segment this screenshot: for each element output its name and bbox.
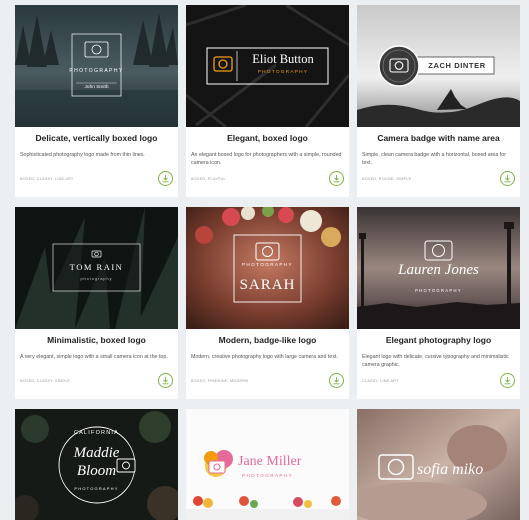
logo-card[interactable]: PHOTOGRAPHY SARAH Modern, badge-like log…: [186, 207, 349, 399]
logo-preview-image[interactable]: PHOTOGRAPHY SARAH: [186, 207, 349, 329]
download-button[interactable]: [158, 171, 173, 186]
download-button[interactable]: [329, 373, 344, 388]
card-title[interactable]: Elegant photography logo: [357, 335, 520, 345]
download-button[interactable]: [500, 171, 515, 186]
logo-card[interactable]: TOM RAIN photography Minimalistic, boxed…: [15, 207, 178, 399]
logo-text-secondary: John Smith: [84, 85, 109, 90]
download-button[interactable]: [158, 373, 173, 388]
download-arrow-icon: [162, 377, 169, 385]
logo-card[interactable]: CALIFORNIA Maddie Bloom PHOTOGRAPHY: [15, 409, 178, 520]
logo-text-secondary: Bloom: [76, 463, 117, 479]
card-title[interactable]: Delicate, vertically boxed logo: [15, 133, 178, 143]
logo-text-secondary: PHOTOGRAPHY: [257, 70, 309, 75]
logo-preview-image[interactable]: Jane Miller PHOTOGRAPHY: [186, 409, 349, 520]
logo-preview-image[interactable]: TOM RAIN photography: [15, 207, 178, 329]
card-tags: BOXED, ROUND, SIMPLE: [362, 177, 412, 181]
logo-text-primary: TOM RAIN: [69, 262, 124, 272]
logo-preview-image[interactable]: ZACH DINTER: [357, 5, 520, 127]
download-arrow-icon: [333, 377, 340, 385]
logo-text-primary: PHOTOGRAPHY: [69, 68, 124, 74]
card-tags: BOXED, FEMININE, MODERN: [191, 379, 249, 383]
logo-text-primary: Maddie: [73, 445, 120, 461]
card-tags: BOXED, PLAYFUL: [191, 177, 226, 181]
logo-preview-image[interactable]: CALIFORNIA Maddie Bloom PHOTOGRAPHY: [15, 409, 178, 520]
logo-text-secondary: SARAH: [239, 277, 296, 293]
logo-card[interactable]: sofia miko: [357, 409, 520, 520]
logo-text-primary: Lauren Jones: [398, 262, 479, 278]
logo-text-primary: Jane Miller: [238, 454, 302, 469]
card-description: Elegant logo with delicate, cursive typo…: [362, 354, 509, 368]
card-description: Simple, clean camera badge with a horizo…: [362, 152, 506, 166]
download-arrow-icon: [504, 175, 511, 183]
card-description: An elegant boxed logo for photographers …: [191, 152, 342, 166]
logo-preview-image[interactable]: Eliot Button PHOTOGRAPHY: [186, 5, 349, 127]
card-tags: BOXED, CLASSY, SIMPLE: [20, 379, 71, 383]
logo-text-top: CALIFORNIA: [73, 430, 119, 436]
logo-card[interactable]: Lauren Jones PHOTOGRAPHY Elegant photogr…: [357, 207, 520, 399]
card-tags: CLASSY, LINE ART: [362, 379, 399, 383]
card-tags: BOXED, CLASSY, LINE ART: [20, 177, 74, 181]
download-button[interactable]: [500, 373, 515, 388]
logo-text-secondary: PHOTOGRAPHY: [242, 473, 294, 478]
download-arrow-icon: [162, 175, 169, 183]
logo-preview-image[interactable]: Lauren Jones PHOTOGRAPHY: [357, 207, 520, 329]
logo-text-secondary: PHOTOGRAPHY: [415, 288, 462, 293]
logo-gallery-grid: PHOTOGRAPHY John Smith Delicate, vertica…: [0, 0, 529, 520]
logo-card[interactable]: Jane Miller PHOTOGRAPHY: [186, 409, 349, 520]
logo-text-bottom: PHOTOGRAPHY: [74, 486, 119, 491]
logo-text-primary: PHOTOGRAPHY: [241, 262, 294, 267]
card-title[interactable]: Elegant, boxed logo: [186, 133, 349, 143]
logo-text-primary: Eliot Button: [252, 52, 314, 66]
download-arrow-icon: [504, 377, 511, 385]
logo-text-secondary: photography: [80, 277, 113, 281]
card-title[interactable]: Modern, badge-like logo: [186, 335, 349, 345]
card-description: Sophisticated photography logo made from…: [20, 152, 145, 158]
logo-card[interactable]: PHOTOGRAPHY John Smith Delicate, vertica…: [15, 5, 178, 197]
logo-text-primary: sofia miko: [417, 461, 484, 478]
download-arrow-icon: [333, 175, 340, 183]
logo-card[interactable]: Eliot Button PHOTOGRAPHY Elegant, boxed …: [186, 5, 349, 197]
logo-card[interactable]: ZACH DINTER Camera badge with name area …: [357, 5, 520, 197]
logo-preview-image[interactable]: sofia miko: [357, 409, 520, 520]
card-title[interactable]: Camera badge with name area: [357, 133, 520, 143]
card-title[interactable]: Minimalistic, boxed logo: [15, 335, 178, 345]
logo-text-primary: ZACH DINTER: [428, 61, 486, 70]
logo-preview-image[interactable]: PHOTOGRAPHY John Smith: [15, 5, 178, 127]
card-description: Modern, creative photography logo with l…: [191, 354, 338, 360]
download-button[interactable]: [329, 171, 344, 186]
card-description: A very elegant, simple logo with a small…: [20, 354, 168, 360]
